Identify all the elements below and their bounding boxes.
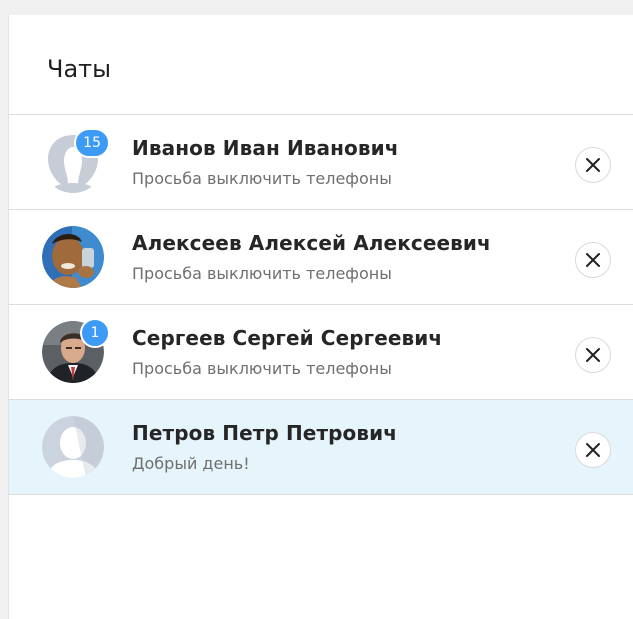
- chats-panel: Чаты 15 Иванов Иван Иванович Просьба вык…: [8, 15, 633, 619]
- unread-badge: 15: [74, 128, 110, 158]
- close-icon: [586, 253, 600, 267]
- avatar-wrap: 15: [42, 128, 110, 193]
- chat-preview: Просьба выключить телефоны: [132, 169, 392, 188]
- chat-preview: Просьба выключить телефоны: [132, 359, 392, 378]
- chat-text: Алексеев Алексей Алексеевич Просьба выкл…: [132, 230, 633, 284]
- page-title: Чаты: [47, 54, 112, 83]
- photo-avatar-icon: [42, 226, 104, 288]
- chat-text: Сергеев Сергей Сергеевич Просьба выключи…: [132, 325, 633, 379]
- chat-preview: Добрый день!: [132, 454, 250, 473]
- unread-badge: 1: [80, 318, 110, 348]
- close-chat-button[interactable]: [575, 432, 611, 468]
- close-icon: [586, 348, 600, 362]
- chat-name: Петров Петр Петрович: [132, 421, 398, 445]
- chat-name: Сергеев Сергей Сергеевич: [132, 326, 443, 350]
- close-chat-button[interactable]: [575, 147, 611, 183]
- avatar-wrap: [42, 416, 104, 478]
- panel-header: Чаты: [9, 15, 633, 115]
- chat-item-active[interactable]: Петров Петр Петрович Добрый день!: [9, 400, 633, 495]
- avatar-wrap: 1: [42, 318, 110, 383]
- chat-text: Иванов Иван Иванович Просьба выключить т…: [132, 135, 633, 189]
- default-avatar-icon: [42, 416, 104, 478]
- chat-name: Иванов Иван Иванович: [132, 136, 399, 160]
- chat-name: Алексеев Алексей Алексеевич: [132, 231, 491, 255]
- close-icon: [586, 443, 600, 457]
- chat-item[interactable]: 1 Сергеев Сергей Сергеевич Просьба выклю…: [9, 305, 633, 400]
- chat-text: Петров Петр Петрович Добрый день!: [132, 420, 633, 474]
- chat-preview: Просьба выключить телефоны: [132, 264, 392, 283]
- chat-item[interactable]: Алексеев Алексей Алексеевич Просьба выкл…: [9, 210, 633, 305]
- close-chat-button[interactable]: [575, 337, 611, 373]
- close-chat-button[interactable]: [575, 242, 611, 278]
- avatar-wrap: [42, 226, 104, 288]
- close-icon: [586, 158, 600, 172]
- chat-item[interactable]: 15 Иванов Иван Иванович Просьба выключит…: [9, 115, 633, 210]
